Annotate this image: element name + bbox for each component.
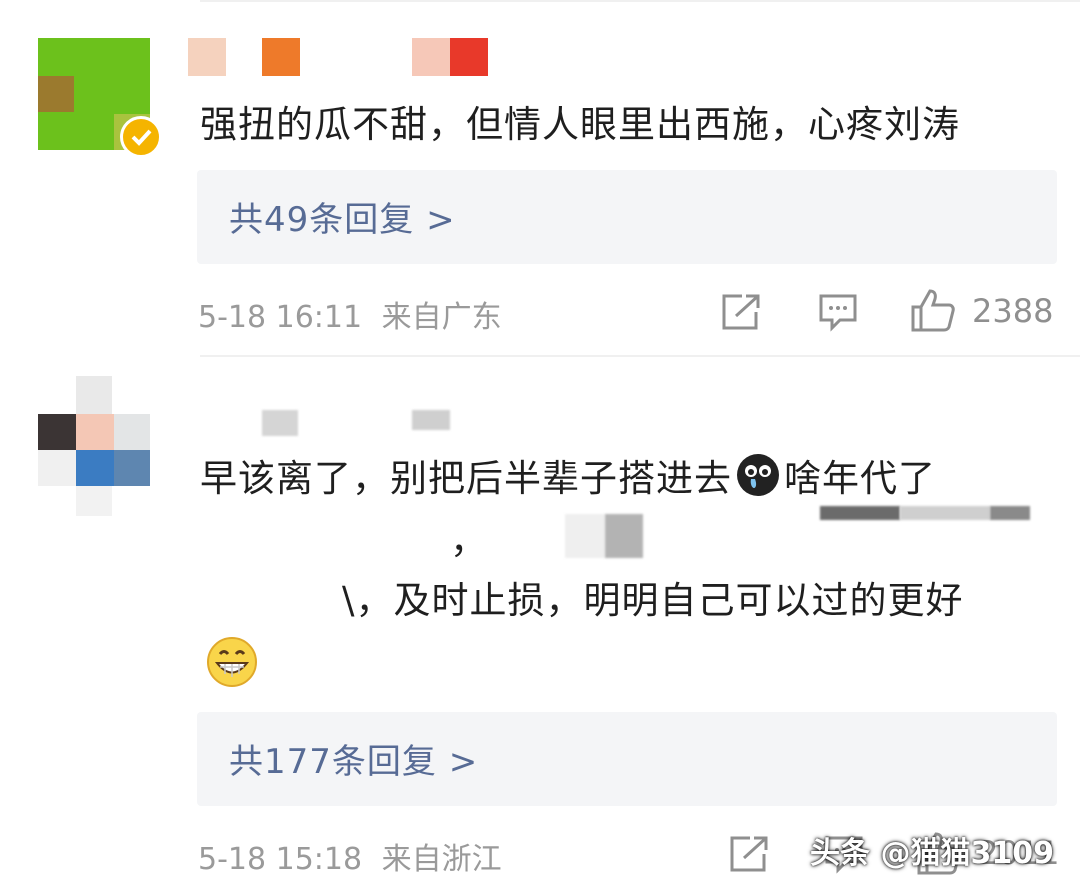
comment-location: 来自浙江 [381,842,502,877]
comment-location: 来自广东 [381,300,502,335]
thumbs-up-icon[interactable] [910,287,956,333]
share-icon[interactable] [728,834,770,874]
divider [200,0,1080,2]
comment-item: 强扭的瓜不甜，但情人眼里出西施，心疼刘涛 共49条回复 > 5-18 16:11… [0,0,1080,360]
crying-face-icon [736,453,780,497]
text-mosaic [565,514,605,558]
comment-item: 早该离了，别把后半辈子搭进去 啥年代了 ， \，及时止损，明明自己可以过的更好 … [0,360,1080,894]
comment-meta: 5-18 15:18 来自浙江 [198,834,502,878]
comment-text-line2: ， [450,519,488,562]
username-mosaic[interactable] [188,38,488,78]
comment-text: 强扭的瓜不甜，但情人眼里出西施，心疼刘涛 [200,103,960,146]
reply-count-link[interactable]: 共177条回复 > [229,734,478,783]
comment-time: 5-18 16:11 [198,300,363,335]
comment-text-line3: \，及时止损，明明自己可以过的更好 [342,579,964,622]
comment-meta: 5-18 16:11 来自广东 [198,292,502,336]
text-mosaic [990,506,1030,520]
comment-time: 5-18 15:18 [198,842,363,877]
reply-count-link[interactable]: 共49条回复 > [229,192,456,241]
like-count: 2388 [972,292,1054,330]
grinning-face-icon [206,636,258,688]
text-mosaic [605,514,643,558]
divider [200,355,1080,357]
reply-box[interactable]: 共177条回复 > [197,712,1057,806]
username-mosaic[interactable] [262,410,462,450]
avatar[interactable] [38,376,150,516]
text-mosaic [900,506,990,520]
avatar[interactable] [38,38,162,158]
share-icon[interactable] [720,292,762,332]
comment-text: 早该离了，别把后半辈子搭进去 啥年代了 [200,448,936,510]
text-mosaic [820,506,900,520]
comment-icon[interactable] [818,292,858,332]
verified-badge-icon [120,116,162,158]
watermark: 头条 @猫猫3109 [810,836,1054,871]
reply-box[interactable]: 共49条回复 > [197,170,1057,264]
